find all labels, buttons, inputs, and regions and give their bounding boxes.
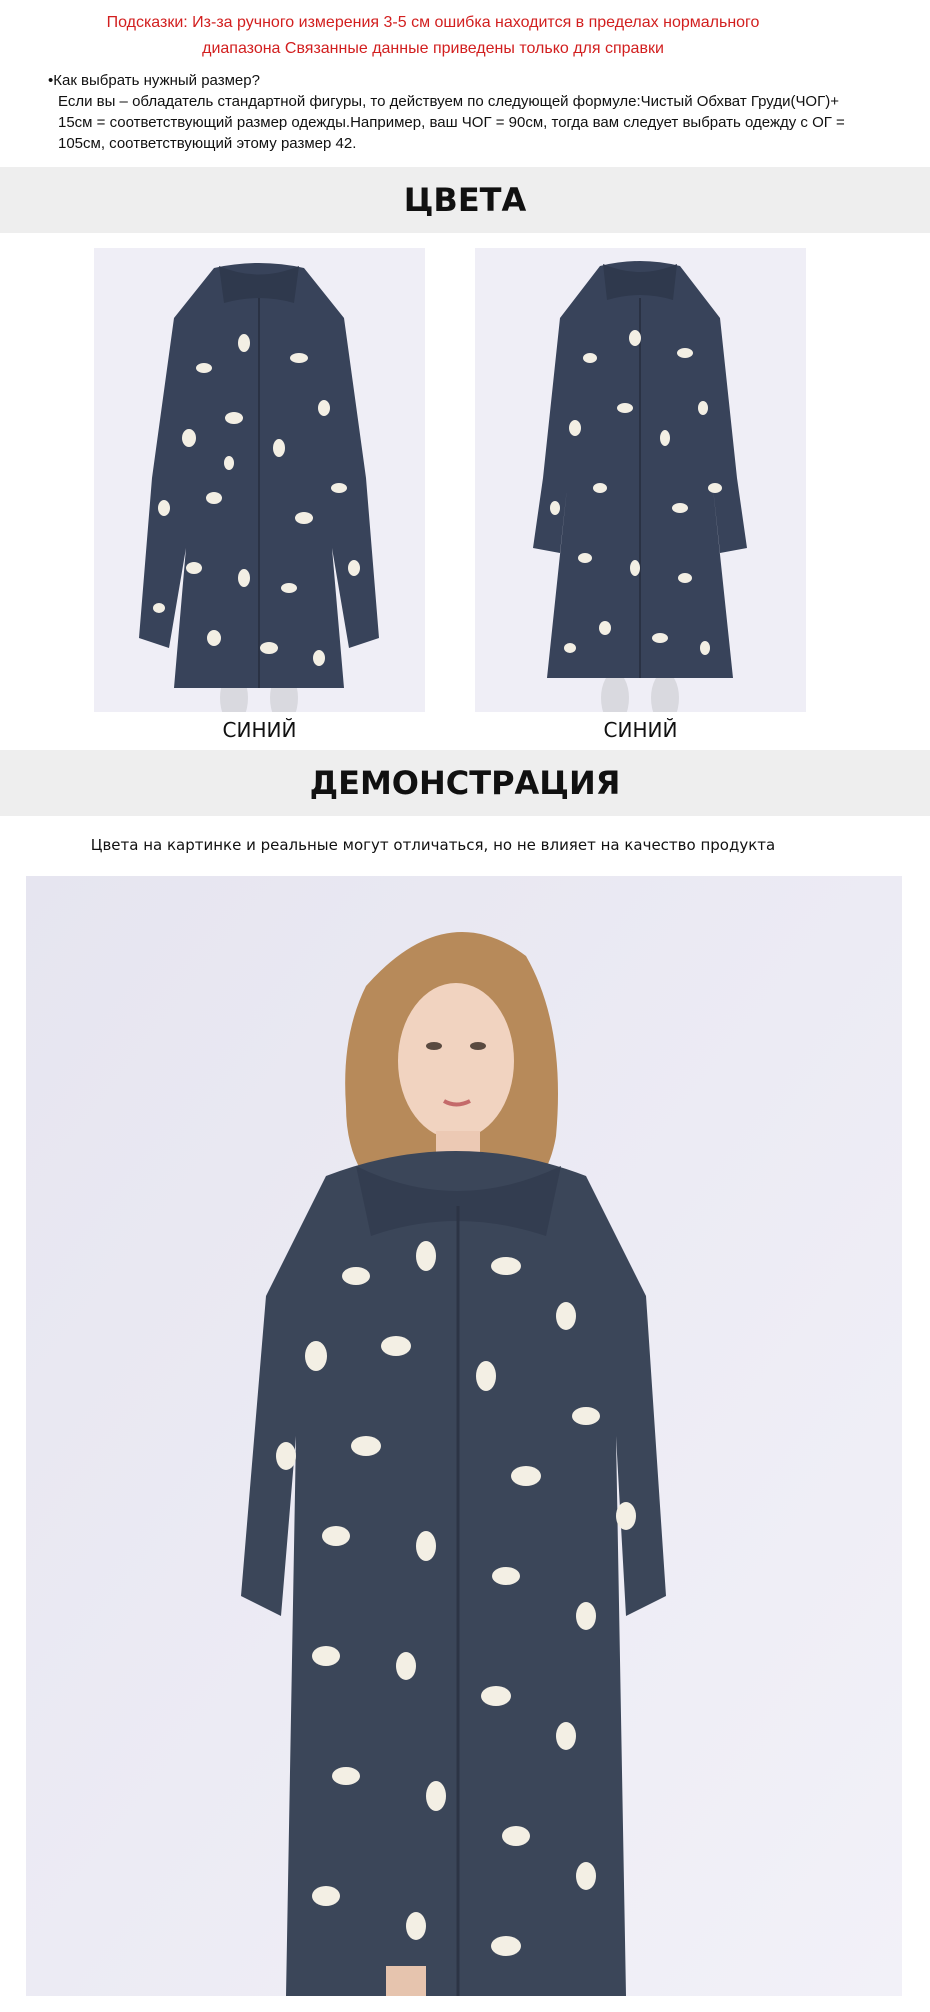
coat-illustration <box>475 248 806 712</box>
size-guide-body: Если вы – обладатель стандартной фигуры,… <box>58 93 845 152</box>
model-demo-image[interactable] <box>26 876 902 1996</box>
size-hint-line-2: диапазона Связанные данные приведены тол… <box>202 40 664 57</box>
color-disclaimer: Цвета на картинке и реальные могут отлич… <box>90 836 776 854</box>
product-color-image-2[interactable] <box>475 248 806 712</box>
colors-section-title: ЦВЕТА <box>0 167 930 233</box>
color-label-1: СИНИЙ <box>222 718 297 742</box>
model-illustration <box>26 876 902 1996</box>
product-color-image-1[interactable] <box>94 248 425 712</box>
coat-illustration <box>94 248 425 712</box>
size-guide-question: •Как выбрать нужный размер? <box>48 72 260 89</box>
color-label-2: СИНИЙ <box>603 718 678 742</box>
demo-section-title: ДЕМОНСТРАЦИЯ <box>0 750 930 816</box>
size-guide: •Как выбрать нужный размер? Если вы – об… <box>48 70 868 154</box>
